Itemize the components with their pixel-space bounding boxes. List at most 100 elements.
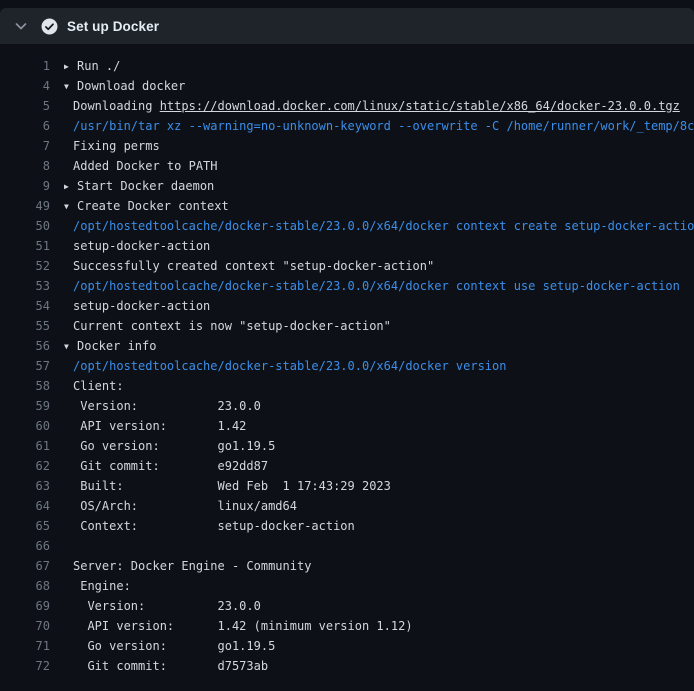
log-line: 49 ▼Create Docker context (0, 196, 694, 216)
log-text: Version: 23.0.0 (64, 396, 694, 416)
log-group-header[interactable]: ▶Start Docker daemon (64, 176, 694, 196)
line-number[interactable]: 71 (0, 636, 50, 656)
log-line: 56 ▼Docker info (0, 336, 694, 356)
chevron-down-icon: ▼ (64, 337, 77, 356)
log-text: Context: setup-docker-action (64, 516, 694, 536)
line-number[interactable]: 9 (0, 176, 50, 196)
chevron-down-icon: ▼ (64, 197, 77, 216)
log-group-header[interactable]: ▶Run ./ (64, 56, 694, 76)
log-line: 6/usr/bin/tar xz --warning=no-unknown-ke… (0, 116, 694, 136)
log-line: 9 ▶Start Docker daemon (0, 176, 694, 196)
line-number[interactable]: 4 (0, 76, 50, 96)
log-text: Client: (64, 376, 694, 396)
log-line: 58 Client: (0, 376, 694, 396)
log-text: Built: Wed Feb 1 17:43:29 2023 (64, 476, 694, 496)
log-text: Engine: (64, 576, 694, 596)
log-text: API version: 1.42 (64, 416, 694, 436)
log-text: Git commit: e92dd87 (64, 456, 694, 476)
log-text: setup-docker-action (64, 296, 694, 316)
line-number[interactable]: 66 (0, 536, 50, 556)
chevron-right-icon: ▶ (64, 57, 77, 76)
line-number[interactable]: 8 (0, 156, 50, 176)
log-text: Downloading https://download.docker.com/… (64, 96, 694, 116)
line-number[interactable]: 5 (0, 96, 50, 116)
log-text: setup-docker-action (64, 236, 694, 256)
log-line: 50/opt/hostedtoolcache/docker-stable/23.… (0, 216, 694, 236)
log-text: OS/Arch: linux/amd64 (64, 496, 694, 516)
log-line: 51 setup-docker-action (0, 236, 694, 256)
log-text: Successfully created context "setup-dock… (64, 256, 694, 276)
log-line: 52 Successfully created context "setup-do… (0, 256, 694, 276)
line-number[interactable]: 52 (0, 256, 50, 276)
line-number[interactable]: 53 (0, 276, 50, 296)
log-line: 71 Go version: go1.19.5 (0, 636, 694, 656)
line-number[interactable]: 58 (0, 376, 50, 396)
line-number[interactable]: 69 (0, 596, 50, 616)
line-number[interactable]: 55 (0, 316, 50, 336)
line-number[interactable]: 65 (0, 516, 50, 536)
line-number[interactable]: 49 (0, 196, 50, 216)
line-number[interactable]: 67 (0, 556, 50, 576)
line-number[interactable]: 50 (0, 216, 50, 236)
log-group-header[interactable]: ▼Download docker (64, 76, 694, 96)
log-line: 5 Downloading https://download.docker.com… (0, 96, 694, 116)
line-number[interactable]: 59 (0, 396, 50, 416)
group-title: Run ./ (77, 59, 120, 73)
log-text: Server: Docker Engine - Community (64, 556, 694, 576)
log-line: 7 Fixing perms (0, 136, 694, 156)
log-line: 69 Version: 23.0.0 (0, 596, 694, 616)
line-number[interactable]: 72 (0, 656, 50, 676)
log-line: 1 ▶Run ./ (0, 56, 694, 76)
line-number[interactable]: 51 (0, 236, 50, 256)
log-text: Added Docker to PATH (64, 156, 694, 176)
log-line: 63 Built: Wed Feb 1 17:43:29 2023 (0, 476, 694, 496)
log-text (64, 536, 694, 556)
log-text: Go version: go1.19.5 (64, 436, 694, 456)
log-command-text: /opt/hostedtoolcache/docker-stable/23.0.… (64, 216, 694, 236)
line-number[interactable]: 6 (0, 116, 50, 136)
group-title: Download docker (77, 79, 185, 93)
log-line: 61 Go version: go1.19.5 (0, 436, 694, 456)
line-number[interactable]: 54 (0, 296, 50, 316)
step-header[interactable]: Set up Docker (0, 8, 694, 44)
log-command-text: /opt/hostedtoolcache/docker-stable/23.0.… (64, 276, 694, 296)
step-title: Set up Docker (67, 19, 159, 34)
line-number[interactable]: 1 (0, 56, 50, 76)
line-number[interactable]: 62 (0, 456, 50, 476)
log-line: 72 Git commit: d7573ab (0, 656, 694, 676)
line-number[interactable]: 60 (0, 416, 50, 436)
group-title: Start Docker daemon (77, 179, 214, 193)
chevron-down-icon: ▼ (64, 77, 77, 96)
log-text: Go version: go1.19.5 (64, 636, 694, 656)
log-group-header[interactable]: ▼Docker info (64, 336, 694, 356)
line-number[interactable]: 68 (0, 576, 50, 596)
line-number[interactable]: 64 (0, 496, 50, 516)
log-text: Version: 23.0.0 (64, 596, 694, 616)
log-text: Fixing perms (64, 136, 694, 156)
log-text: API version: 1.42 (minimum version 1.12) (64, 616, 694, 636)
line-number[interactable]: 70 (0, 616, 50, 636)
log-line: 70 API version: 1.42 (minimum version 1.… (0, 616, 694, 636)
log-line: 64 OS/Arch: linux/amd64 (0, 496, 694, 516)
log-line: 53/opt/hostedtoolcache/docker-stable/23.… (0, 276, 694, 296)
group-title: Create Docker context (77, 199, 229, 213)
line-number[interactable]: 7 (0, 136, 50, 156)
log-text: Git commit: d7573ab (64, 656, 694, 676)
log-text: Current context is now "setup-docker-act… (64, 316, 694, 336)
log-line: 67 Server: Docker Engine - Community (0, 556, 694, 576)
log-command-text: /usr/bin/tar xz --warning=no-unknown-key… (64, 116, 694, 136)
log-line: 57/opt/hostedtoolcache/docker-stable/23.… (0, 356, 694, 376)
line-number[interactable]: 57 (0, 356, 50, 376)
check-circle-icon (41, 18, 58, 35)
chevron-down-icon[interactable] (13, 18, 29, 34)
log-line: 65 Context: setup-docker-action (0, 516, 694, 536)
line-number[interactable]: 63 (0, 476, 50, 496)
log-line: 60 API version: 1.42 (0, 416, 694, 436)
chevron-right-icon: ▶ (64, 177, 77, 196)
log-group-header[interactable]: ▼Create Docker context (64, 196, 694, 216)
log-link[interactable]: https://download.docker.com/linux/static… (160, 99, 680, 113)
log-command-text: /opt/hostedtoolcache/docker-stable/23.0.… (64, 356, 694, 376)
line-number[interactable]: 56 (0, 336, 50, 356)
log-line: 55 Current context is now "setup-docker-a… (0, 316, 694, 336)
line-number[interactable]: 61 (0, 436, 50, 456)
